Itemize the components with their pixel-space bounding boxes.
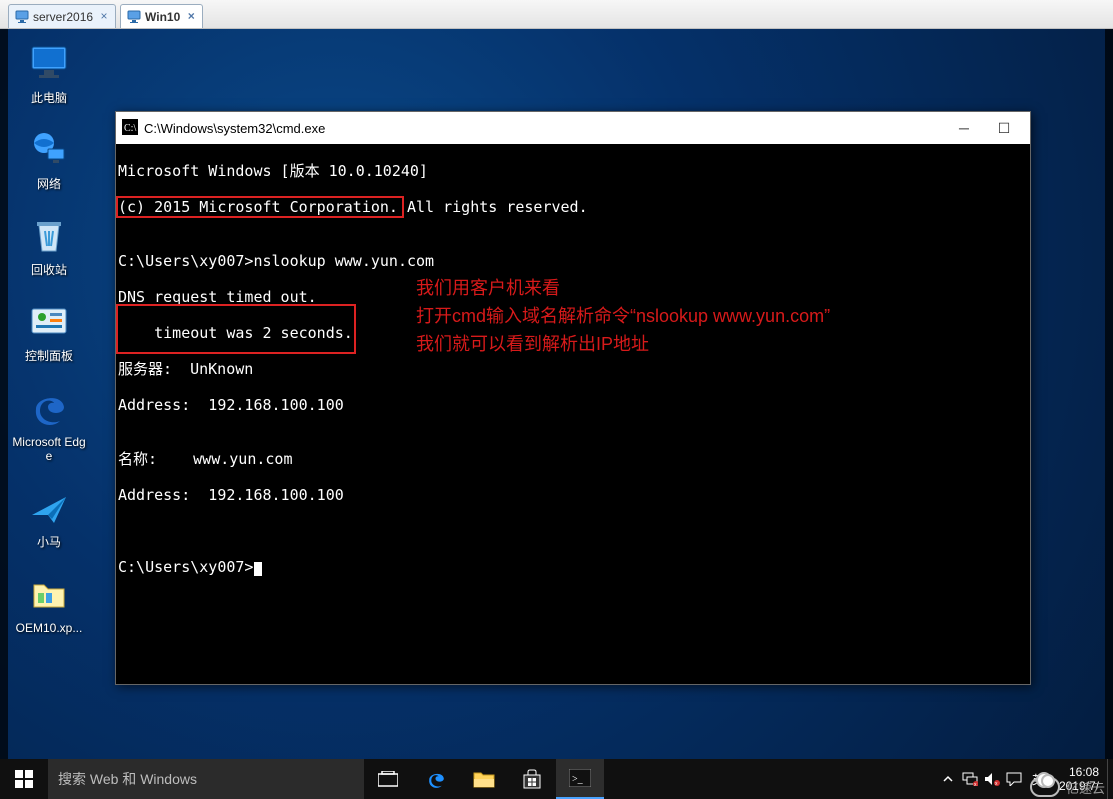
store-icon — [521, 768, 543, 790]
desktop[interactable]: 此电脑 网络 回收站 控制面板 Microsoft Edge — [0, 29, 1113, 799]
close-icon[interactable]: × — [97, 9, 111, 23]
watermark: 亿速云 — [1030, 777, 1105, 797]
monitor-icon — [127, 10, 141, 24]
cmd-icon: >_ — [569, 769, 591, 787]
network-icon — [26, 127, 72, 173]
start-button[interactable] — [0, 759, 48, 799]
desktop-icon-xiaoma[interactable]: 小马 — [10, 485, 88, 549]
cmd-icon: C:\ — [122, 119, 138, 138]
search-input[interactable]: 搜索 Web 和 Windows — [48, 759, 364, 799]
vm-tab-win10[interactable]: Win10 × — [120, 4, 203, 28]
shade — [1105, 29, 1113, 759]
taskbar-app-explorer[interactable] — [460, 759, 508, 799]
tray-volume-icon[interactable]: x — [981, 759, 1003, 799]
folder-icon — [472, 767, 496, 791]
desktop-icon-edge[interactable]: Microsoft Edge — [10, 385, 88, 463]
folder-icon — [26, 571, 72, 617]
cmd-line: Microsoft Windows [版本 10.0.10240] — [116, 162, 1030, 180]
vm-tab-server2016[interactable]: server2016 × — [8, 4, 116, 28]
control-panel-icon — [26, 299, 72, 345]
desktop-icons: 此电脑 网络 回收站 控制面板 Microsoft Edge — [10, 41, 88, 635]
close-icon[interactable]: × — [184, 9, 198, 23]
show-desktop-button[interactable] — [1107, 759, 1113, 799]
maximize-button[interactable]: ☐ — [984, 112, 1024, 144]
cmd-line: 名称: www.yun.com — [116, 450, 1030, 468]
cmd-line: (c) 2015 Microsoft Corporation. All righ… — [116, 198, 1030, 216]
cmd-prompt: C:\Users\xy007> — [116, 558, 1030, 576]
monitor-icon — [15, 10, 29, 24]
cmd-title-text: C:\Windows\system32\cmd.exe — [144, 121, 325, 136]
taskbar-app-store[interactable] — [508, 759, 556, 799]
desktop-icon-oem10[interactable]: OEM10.xp... — [10, 571, 88, 635]
cmd-body[interactable]: Microsoft Windows [版本 10.0.10240] (c) 20… — [116, 144, 1030, 774]
desktop-icon-label: 小马 — [37, 535, 61, 549]
tray-up-icon[interactable] — [937, 759, 959, 799]
desktop-icon-control-panel[interactable]: 控制面板 — [10, 299, 88, 363]
desktop-icon-label: Microsoft Edge — [10, 435, 88, 463]
recycle-bin-icon — [26, 213, 72, 259]
vm-tab-label: server2016 — [33, 10, 93, 24]
tray-action-center-icon[interactable] — [1003, 759, 1025, 799]
vm-tab-bar: server2016 × Win10 × — [0, 0, 1113, 29]
minimize-button[interactable]: ─ — [944, 112, 984, 144]
cloud-icon — [1030, 777, 1060, 797]
cmd-line-command: C:\Users\xy007>nslookup www.yun.com — [116, 252, 1030, 270]
desktop-icon-this-pc[interactable]: 此电脑 — [10, 41, 88, 105]
cmd-title-bar[interactable]: C:\ C:\Windows\system32\cmd.exe ─ ☐ — [116, 112, 1030, 144]
edge-icon — [424, 767, 448, 791]
desktop-icon-label: 此电脑 — [31, 91, 67, 105]
annotation-text: 打开cmd输入域名解析命令“nslookup www.yun.com” — [416, 302, 830, 330]
shade — [0, 29, 8, 759]
desktop-icon-label: 回收站 — [31, 263, 67, 277]
cursor — [254, 562, 262, 576]
desktop-icon-label: 网络 — [37, 177, 61, 191]
svg-text:>_: >_ — [572, 774, 584, 785]
taskbar: 搜索 Web 和 Windows >_ x x — [0, 759, 1113, 799]
tray-network-icon[interactable]: x — [959, 759, 981, 799]
desktop-icon-recycle-bin[interactable]: 回收站 — [10, 213, 88, 277]
task-view-button[interactable] — [364, 759, 412, 799]
edge-icon — [26, 385, 72, 431]
task-view-icon — [378, 771, 398, 787]
svg-text:C:\: C:\ — [124, 123, 136, 134]
watermark-text: 亿速云 — [1066, 778, 1105, 797]
cmd-window[interactable]: C:\ C:\Windows\system32\cmd.exe ─ ☐ Micr… — [115, 111, 1031, 685]
taskbar-app-cmd[interactable]: >_ — [556, 759, 604, 799]
taskbar-app-edge[interactable] — [412, 759, 460, 799]
cmd-line: 服务器: UnKnown — [116, 360, 1030, 378]
monitor-icon — [26, 41, 72, 87]
cmd-line: Address: 192.168.100.100 — [116, 486, 1030, 504]
cmd-line: Address: 192.168.100.100 — [116, 396, 1030, 414]
windows-icon — [15, 770, 33, 788]
desktop-icon-label: OEM10.xp... — [16, 621, 83, 635]
annotation-text: 我们就可以看到解析出IP地址 — [416, 330, 649, 358]
annotation-text: 我们用客户机来看 — [416, 274, 560, 302]
desktop-icon-label: 控制面板 — [25, 349, 73, 363]
desktop-icon-network[interactable]: 网络 — [10, 127, 88, 191]
vm-tab-label: Win10 — [145, 10, 180, 24]
paper-plane-icon — [26, 485, 72, 531]
